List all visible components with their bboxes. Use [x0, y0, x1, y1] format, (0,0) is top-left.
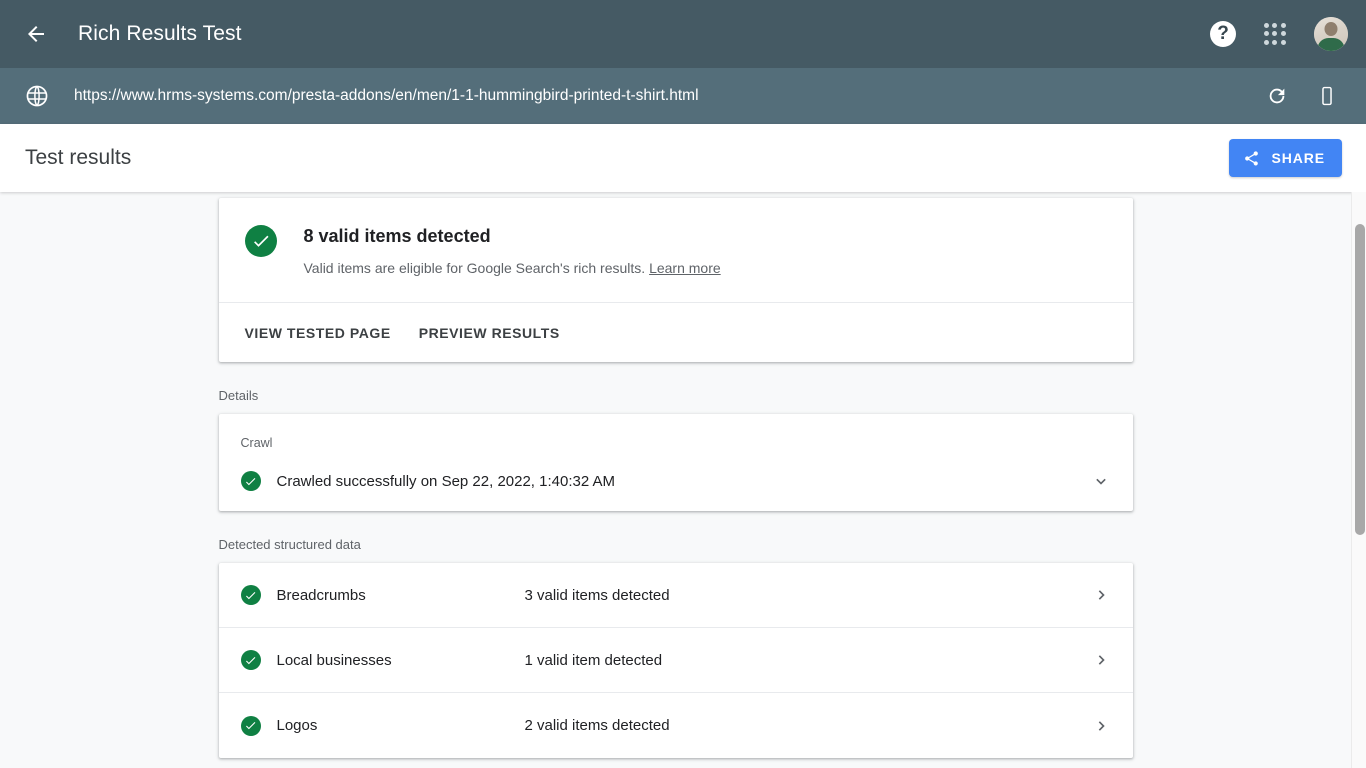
row-status: 3 valid items detected	[524, 586, 670, 604]
row-name: Breadcrumbs	[276, 586, 366, 604]
summary-actions: VIEW TESTED PAGE PREVIEW RESULTS	[219, 303, 1133, 362]
share-button[interactable]: SHARE	[1229, 139, 1342, 177]
share-button-label: SHARE	[1271, 150, 1325, 166]
results-content: 8 valid items detected Valid items are e…	[0, 192, 1366, 768]
check-circle-icon	[240, 715, 261, 736]
details-section-label: Details	[218, 388, 259, 403]
table-row[interactable]: Breadcrumbs 3 valid items detected	[218, 563, 1133, 628]
apps-dot	[1272, 31, 1278, 37]
app-bar-actions: ?	[1210, 17, 1366, 51]
table-row[interactable]: Local businesses 1 valid item detected	[218, 628, 1133, 693]
crawl-label: Crawl	[240, 436, 273, 450]
crawl-row[interactable]: Crawled successfully on Sep 22, 2022, 1:…	[219, 471, 1133, 491]
chevron-right-icon[interactable]	[1091, 585, 1111, 605]
structured-data-section-label: Detected structured data	[218, 537, 361, 552]
avatar[interactable]	[1314, 17, 1348, 51]
apps-dot	[1264, 31, 1270, 37]
avatar-body	[1317, 38, 1345, 51]
structured-data-card: Breadcrumbs 3 valid items detected Local…	[218, 563, 1133, 758]
summary-text: 8 valid items detected Valid items are e…	[304, 224, 721, 278]
apps-dot	[1280, 39, 1286, 45]
apps-dot	[1264, 39, 1270, 45]
preview-results-link[interactable]: PREVIEW RESULTS	[419, 325, 560, 341]
share-icon	[1245, 150, 1259, 166]
help-icon[interactable]: ?	[1210, 21, 1236, 47]
app-bar: Rich Results Test ?	[0, 0, 1366, 68]
summary-description: Valid items are eligible for Google Sear…	[304, 258, 721, 278]
row-name: Local businesses	[276, 651, 392, 669]
summary-top: 8 valid items detected Valid items are e…	[218, 198, 1133, 303]
apps-dot	[1272, 39, 1278, 45]
results-header: Test results SHARE	[0, 124, 1366, 192]
row-name: Logos	[276, 717, 318, 734]
check-circle-icon	[240, 471, 261, 491]
crawl-status-text: Crawled successfully on Sep 22, 2022, 1:…	[276, 472, 616, 490]
view-tested-page-link[interactable]: VIEW TESTED PAGE	[245, 325, 391, 341]
chevron-right-icon[interactable]	[1091, 716, 1111, 736]
back-button[interactable]	[12, 10, 60, 58]
apps-grid-icon[interactable]	[1262, 21, 1288, 47]
url-bar[interactable]: https://www.hrms-systems.com/presta-addo…	[0, 68, 1366, 124]
globe-icon	[24, 83, 50, 109]
summary-card: 8 valid items detected Valid items are e…	[218, 198, 1133, 362]
apps-dot	[1272, 23, 1278, 29]
apps-dot	[1264, 23, 1270, 29]
row-status: 2 valid items detected	[524, 717, 670, 734]
scrollbar-thumb[interactable]	[1355, 224, 1365, 535]
help-icon-glyph: ?	[1217, 22, 1229, 44]
results-inner: 8 valid items detected Valid items are e…	[0, 192, 1351, 758]
chevron-right-icon[interactable]	[1091, 650, 1111, 670]
scrollbar-track[interactable]	[1351, 192, 1366, 768]
apps-dot	[1280, 31, 1286, 37]
arrow-left-icon	[28, 26, 44, 42]
row-status: 1 valid item detected	[524, 651, 663, 669]
check-circle-icon	[244, 225, 277, 257]
check-circle-icon	[240, 650, 261, 670]
table-row[interactable]: Logos 2 valid items detected	[219, 693, 1133, 758]
apps-dot	[1280, 23, 1286, 29]
summary-description-text: Valid items are eligible for Google Sear…	[303, 260, 646, 276]
refresh-icon[interactable]	[1266, 85, 1288, 107]
app-title: Rich Results Test	[78, 22, 242, 45]
learn-more-link[interactable]: Learn more	[649, 260, 721, 276]
chevron-down-icon[interactable]	[1091, 471, 1111, 491]
mobile-device-icon[interactable]	[1316, 85, 1338, 107]
avatar-head	[1324, 21, 1338, 36]
page-title: Test results	[25, 146, 132, 169]
crawl-card: Crawl Crawled successfully on Sep 22, 20…	[218, 414, 1133, 511]
summary-title: 8 valid items detected	[303, 226, 491, 246]
url-text[interactable]: https://www.hrms-systems.com/presta-addo…	[74, 87, 699, 105]
check-circle-icon	[240, 585, 261, 605]
url-bar-actions	[1266, 85, 1366, 107]
